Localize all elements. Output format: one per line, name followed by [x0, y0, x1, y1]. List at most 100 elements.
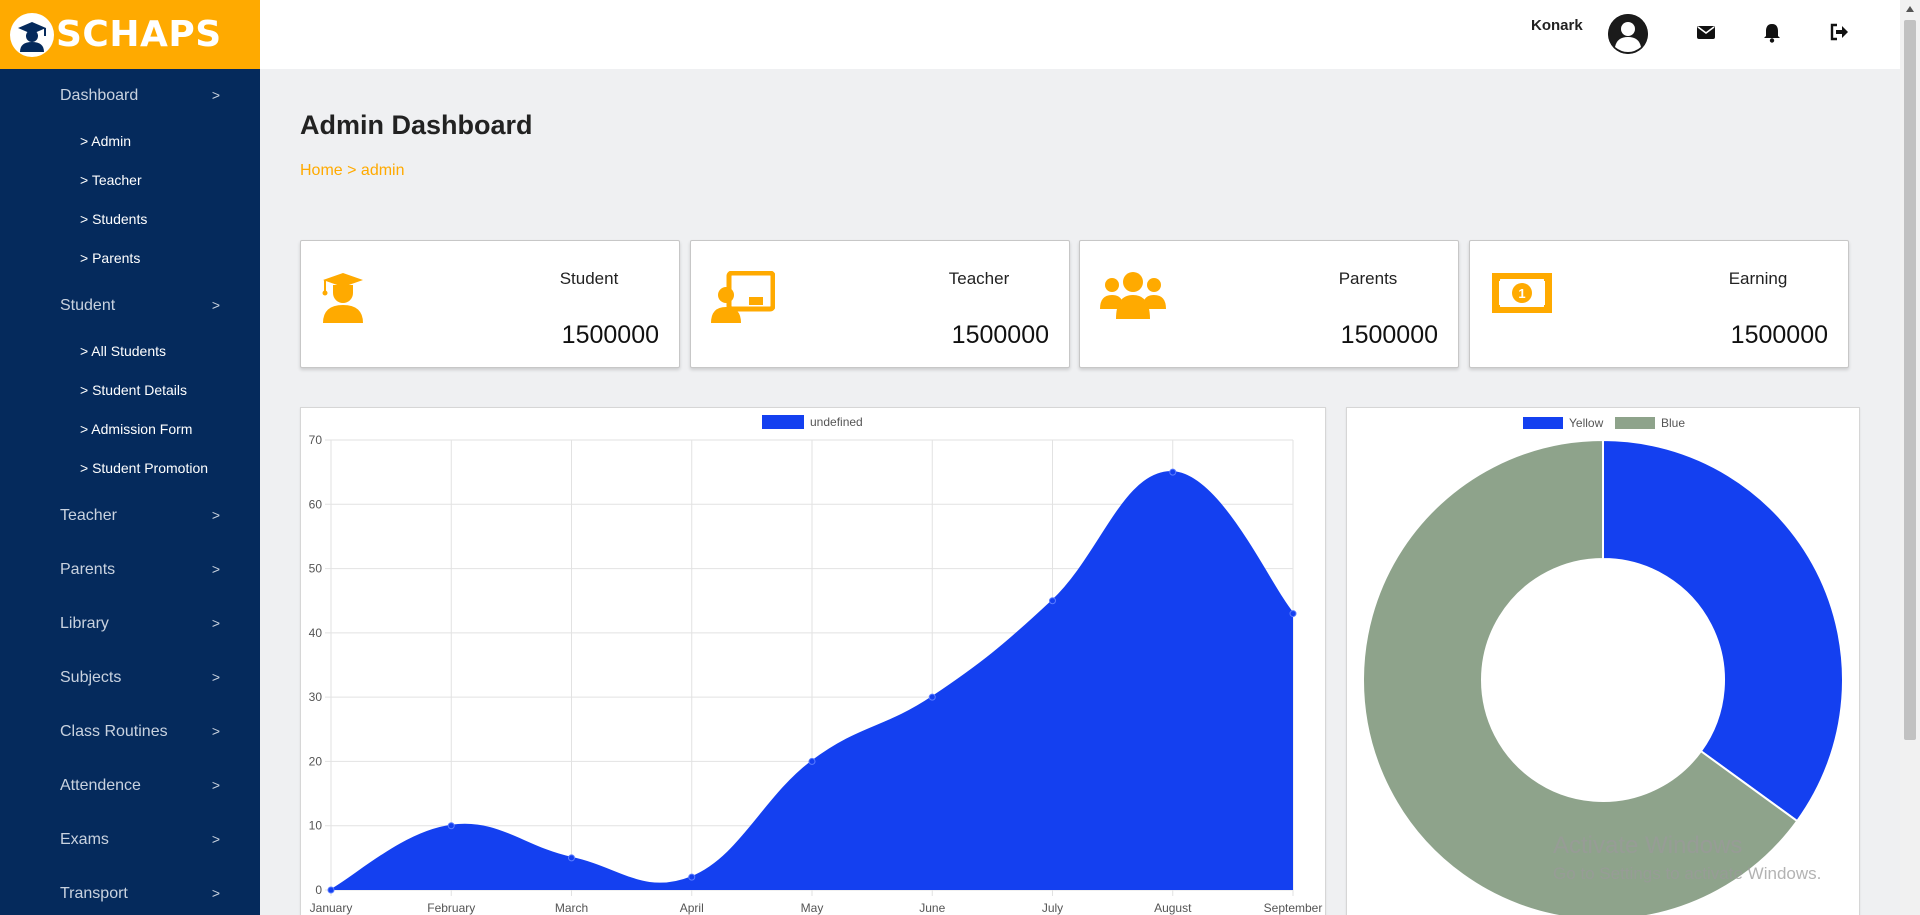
- data-point: [928, 693, 936, 701]
- chevron-right-icon: >: [211, 507, 220, 523]
- stat-label: Earning: [1728, 269, 1788, 288]
- stat-value: 1500000: [1340, 321, 1438, 349]
- sidebar-subitem[interactable]: > Admission Form: [80, 421, 192, 437]
- watermark-title: Activate Windows: [1553, 832, 1743, 859]
- y-tick-label: 60: [309, 497, 323, 511]
- users-group-icon: [1100, 271, 1166, 324]
- graduate-icon: [321, 271, 369, 328]
- area-chart-panel: 0 10 20 30 40 50 60 70 January February March April…: [300, 407, 1326, 915]
- chevron-right-icon: >: [211, 885, 220, 901]
- chevron-right-icon: >: [211, 669, 220, 685]
- sidebar-item-label: Subjects: [60, 669, 122, 686]
- chevron-right-icon: >: [211, 561, 220, 577]
- legend-label: Blue: [1661, 416, 1685, 430]
- sidebar-subitem[interactable]: > Student Details: [80, 382, 187, 398]
- sidebar-item-label: Class Routines: [60, 723, 168, 740]
- money-bill-icon: 1: [1490, 271, 1554, 320]
- sidebar-item-library[interactable]: Library >: [60, 615, 220, 633]
- legend-label: undefined: [810, 415, 863, 429]
- bell-icon[interactable]: [1762, 22, 1782, 49]
- brand-logo[interactable]: SCHAPS: [0, 0, 260, 69]
- sidebar-item-attendence[interactable]: Attendence >: [60, 777, 220, 795]
- data-point: [447, 822, 455, 830]
- stat-value: 1500000: [561, 321, 659, 349]
- y-tick-label: 0: [315, 883, 322, 897]
- chevron-right-icon: >: [211, 723, 220, 739]
- x-tick-label: June: [919, 901, 945, 915]
- data-point: [327, 886, 335, 894]
- svg-text:1: 1: [1518, 286, 1525, 301]
- data-point: [568, 854, 575, 862]
- sidebar-subitem[interactable]: > Parents: [80, 250, 140, 266]
- sidebar-subitem[interactable]: > Students: [80, 211, 147, 227]
- data-point: [1289, 610, 1297, 618]
- chevron-right-icon: >: [211, 297, 220, 313]
- sidebar-item-label: Parents: [60, 561, 116, 578]
- watermark-subtitle: Go to Settings to activate Windows.: [1553, 864, 1822, 883]
- sidebar-item-transport[interactable]: Transport >: [60, 885, 220, 903]
- sidebar-item-class-routines[interactable]: Class Routines >: [60, 723, 220, 741]
- user-name[interactable]: Konark: [1531, 17, 1583, 34]
- legend-swatch: [1615, 417, 1655, 429]
- topbar: [260, 0, 1920, 69]
- y-tick-label: 40: [309, 626, 323, 640]
- graduate-icon: [10, 12, 54, 57]
- data-point: [688, 873, 696, 881]
- sidebar-subitem[interactable]: > Student Promotion: [80, 460, 208, 476]
- x-tick-label: January: [310, 901, 353, 915]
- area-chart: 0 10 20 30 40 50 60 70 January February March April…: [309, 415, 1322, 915]
- user-avatar-icon[interactable]: [1608, 14, 1648, 54]
- stat-value: 1500000: [951, 321, 1049, 349]
- scroll-up-icon[interactable]: [1906, 6, 1914, 12]
- breadcrumb[interactable]: Home > admin: [300, 162, 405, 180]
- stat-label: Student: [559, 269, 619, 288]
- sidebar-subitem[interactable]: > Teacher: [80, 172, 142, 188]
- stat-card-teacher[interactable]: Teacher 1500000: [690, 240, 1070, 368]
- stat-label: Teacher: [948, 269, 1010, 288]
- stat-value: 1500000: [1730, 321, 1828, 349]
- stat-card-earning[interactable]: 1 Earning 1500000: [1469, 240, 1849, 368]
- x-tick-label: July: [1042, 901, 1063, 915]
- legend-swatch: [762, 415, 804, 429]
- sidebar-subitem[interactable]: > Admin: [80, 133, 131, 149]
- stat-label: Parents: [1338, 269, 1398, 288]
- stat-card-parents[interactable]: Parents 1500000: [1079, 240, 1459, 368]
- mail-icon[interactable]: [1696, 22, 1716, 47]
- brand-name: SCHAPS: [56, 14, 222, 55]
- x-tick-label: February: [427, 901, 475, 915]
- sidebar-item-label: Attendence: [60, 777, 141, 794]
- data-point: [1049, 597, 1056, 605]
- sidebar-item-exams[interactable]: Exams >: [60, 831, 220, 849]
- page-scrollbar[interactable]: [1900, 0, 1920, 915]
- chevron-right-icon: >: [211, 87, 220, 103]
- logout-icon[interactable]: [1829, 22, 1849, 47]
- data-point: [1169, 468, 1177, 476]
- y-tick-label: 30: [309, 690, 323, 704]
- sidebar-item-label: Student: [60, 297, 116, 314]
- y-tick-label: 10: [309, 819, 323, 833]
- x-tick-label: March: [555, 901, 588, 915]
- x-tick-label: April: [680, 901, 704, 915]
- sidebar-item-teacher[interactable]: Teacher >: [60, 507, 220, 525]
- chevron-right-icon: >: [211, 615, 220, 631]
- stat-card-student[interactable]: Student 1500000: [300, 240, 680, 368]
- scrollbar-thumb[interactable]: [1904, 20, 1916, 740]
- chevron-right-icon: >: [211, 831, 220, 847]
- sidebar-item-label: Library: [60, 615, 109, 632]
- chevron-right-icon: >: [211, 777, 220, 793]
- sidebar-item-parents[interactable]: Parents >: [60, 561, 220, 579]
- sidebar-item-subjects[interactable]: Subjects >: [60, 669, 220, 687]
- data-point: [808, 757, 816, 765]
- x-tick-label: May: [801, 901, 824, 915]
- y-tick-label: 50: [309, 562, 323, 576]
- sidebar-item-label: Teacher: [60, 507, 117, 524]
- sidebar-subitem[interactable]: > All Students: [80, 343, 166, 359]
- sidebar-item-student[interactable]: Student >: [60, 297, 220, 315]
- sidebar-item-label: Dashboard: [60, 87, 139, 104]
- sidebar-item-label: Exams: [60, 831, 109, 848]
- y-tick-label: 70: [309, 433, 323, 447]
- sidebar-item-dashboard[interactable]: Dashboard >: [60, 87, 220, 105]
- page-title: Admin Dashboard: [300, 110, 533, 140]
- donut-slice: [1602, 438, 1844, 823]
- sidebar: SCHAPS Dashboard > > Admin > Teacher > Stude…: [0, 0, 260, 915]
